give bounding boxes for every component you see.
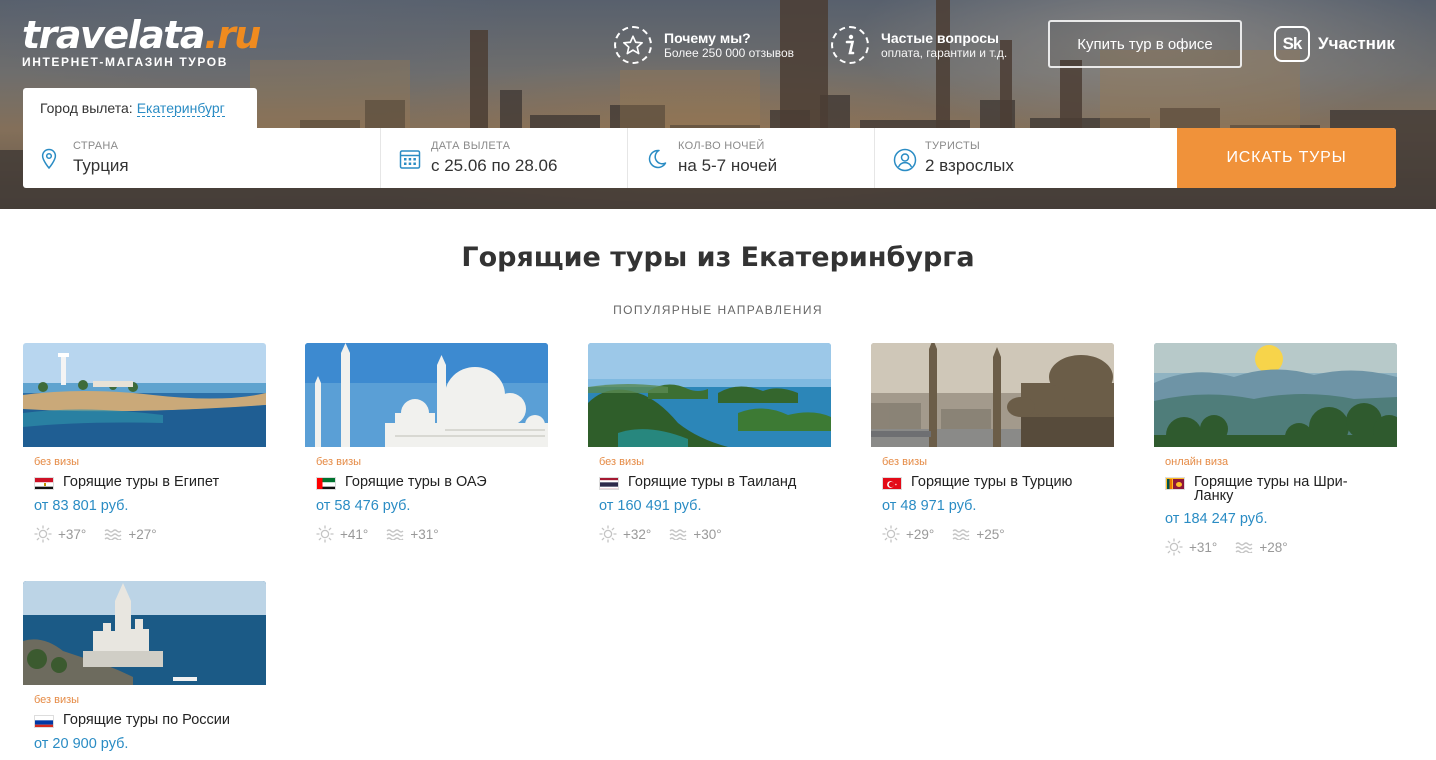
page-title: Горящие туры из Екатеринбурга <box>461 242 975 273</box>
star-icon <box>614 26 652 64</box>
water-waves-icon <box>104 529 122 540</box>
destination-name[interactable]: Горящие туры на Шри-Ланку <box>1194 475 1374 504</box>
skolkovo-member-label: Участник <box>1318 34 1395 53</box>
destination-photo[interactable] <box>23 343 266 447</box>
destination-photo[interactable] <box>1154 343 1397 447</box>
uae-flag-icon <box>316 477 336 490</box>
logo-tagline: ИНТЕРНЕТ-МАГАЗИН ТУРОВ <box>22 55 228 69</box>
destination-name[interactable]: Горящие туры в Таиланд <box>628 475 808 490</box>
destination-name[interactable]: Горящие туры в ОАЭ <box>345 475 525 490</box>
sun-icon <box>882 525 900 543</box>
water-waves-icon <box>1235 542 1253 553</box>
water-temperature: +28° <box>1259 539 1288 555</box>
air-temperature: +29° <box>906 526 935 542</box>
destination-price[interactable]: от 160 491 руб. <box>599 498 831 514</box>
visa-badge: онлайн виза <box>1165 456 1229 468</box>
tour-search-form: СТРАНА Турция ДАТА ВЫЛЕТА с 25.06 по 28.… <box>23 128 1396 188</box>
sun-icon <box>316 525 334 543</box>
destination-price[interactable]: от 20 900 руб. <box>34 736 266 752</box>
sun-icon <box>1165 538 1183 556</box>
destination-price[interactable]: от 184 247 руб. <box>1165 511 1397 527</box>
why-us-link[interactable]: Почему мы? Более 250 000 отзывов <box>614 26 794 64</box>
weather-info: +31° +28° <box>1165 538 1397 556</box>
skolkovo-member-badge[interactable]: Sk Участник <box>1274 26 1395 62</box>
faq-title: Частые вопросы <box>881 30 999 46</box>
destination-card-russia[interactable]: без визы Горящие туры по России от 20 90… <box>23 581 266 752</box>
water-waves-icon <box>386 529 404 540</box>
country-field[interactable]: СТРАНА Турция <box>23 128 381 188</box>
destination-photo[interactable] <box>305 343 548 447</box>
weather-info: +37° +27° <box>34 525 266 543</box>
destination-card-turkey[interactable]: без визы Горящие туры в Турцию от 48 971… <box>871 343 1114 543</box>
travelata-logo[interactable]: travelata.ru ИНТЕРНЕТ-МАГАЗИН ТУРОВ <box>22 13 261 69</box>
weather-info: +29° +25° <box>882 525 1114 543</box>
popular-destinations-label: ПОПУЛЯРНЫЕ НАПРАВЛЕНИЯ <box>613 303 823 317</box>
destination-price[interactable]: от 83 801 руб. <box>34 498 266 514</box>
destination-photo[interactable] <box>23 581 266 685</box>
destination-photo[interactable] <box>588 343 831 447</box>
why-us-subtitle: Более 250 000 отзывов <box>664 46 795 60</box>
destination-card-egypt[interactable]: без визы Горящие туры в Египет от 83 801… <box>23 343 266 543</box>
water-temperature: +31° <box>410 526 439 542</box>
water-temperature: +27° <box>128 526 157 542</box>
why-us-title: Почему мы? <box>664 30 751 46</box>
nights-field[interactable]: КОЛ-ВО НОЧЕЙ на 5-7 ночей <box>628 128 875 188</box>
departure-city-tab: Город вылета: Екатеринбург <box>23 88 257 128</box>
air-temperature: +37° <box>58 526 87 542</box>
buy-in-office-button[interactable]: Купить тур в офисе <box>1048 20 1242 68</box>
tourists-label: ТУРИСТЫ <box>925 140 981 152</box>
departure-date-label: ДАТА ВЫЛЕТА <box>431 140 511 152</box>
departure-date-field[interactable]: ДАТА ВЫЛЕТА с 25.06 по 28.06 <box>381 128 628 188</box>
destination-photo[interactable] <box>871 343 1114 447</box>
calendar-icon <box>399 150 421 169</box>
departure-city-link[interactable]: Екатеринбург <box>136 100 225 117</box>
tourists-value: 2 взрослых <box>925 156 1014 175</box>
visa-badge: без визы <box>316 456 362 468</box>
tourists-field[interactable]: ТУРИСТЫ 2 взрослых <box>875 128 1177 188</box>
air-temperature: +31° <box>1189 539 1218 555</box>
weather-info: +32° +30° <box>599 525 831 543</box>
logo-wordmark: travelata.ru <box>22 13 261 57</box>
air-temperature: +41° <box>340 526 369 542</box>
egypt-flag-icon <box>34 477 54 490</box>
search-tours-button[interactable]: ИСКАТЬ ТУРЫ <box>1177 128 1396 188</box>
visa-badge: без визы <box>34 456 80 468</box>
country-value: Турция <box>73 156 129 175</box>
thailand-flag-icon <box>599 477 619 490</box>
faq-subtitle: оплата, гарантии и т.д. <box>881 46 1008 60</box>
visa-badge: без визы <box>599 456 645 468</box>
destination-price[interactable]: от 58 476 руб. <box>316 498 548 514</box>
country-label: СТРАНА <box>73 140 119 152</box>
destination-name[interactable]: Горящие туры в Турцию <box>911 475 1091 490</box>
visa-badge: без визы <box>882 456 928 468</box>
destination-card-thailand[interactable]: без визы Горящие туры в Таиланд от 160 4… <box>588 343 831 543</box>
faq-link[interactable]: Частые вопросы оплата, гарантии и т.д. <box>831 26 1007 64</box>
location-pin-icon <box>41 148 57 170</box>
destination-name[interactable]: Горящие туры в Египет <box>63 475 243 490</box>
nights-value: на 5-7 ночей <box>678 156 778 175</box>
water-temperature: +25° <box>976 526 1005 542</box>
water-waves-icon <box>669 529 687 540</box>
departure-date-value: с 25.06 по 28.06 <box>431 156 558 175</box>
sun-icon <box>599 525 617 543</box>
sun-icon <box>34 525 52 543</box>
turkey-flag-icon <box>882 477 902 490</box>
nights-label: КОЛ-ВО НОЧЕЙ <box>678 140 765 152</box>
skolkovo-logo-icon: Sk <box>1274 26 1310 62</box>
sri-lanka-flag-icon <box>1165 477 1185 490</box>
moon-icon <box>648 149 667 169</box>
air-temperature: +32° <box>623 526 652 542</box>
destination-name[interactable]: Горящие туры по России <box>63 713 243 728</box>
departure-city-label: Город вылета: <box>40 100 133 116</box>
destination-card-sri-lanka[interactable]: онлайн виза Горящие туры на Шри-Ланку от… <box>1154 343 1397 556</box>
weather-info: +41° +31° <box>316 525 548 543</box>
destination-card-uae[interactable]: без визы Горящие туры в ОАЭ от 58 476 ру… <box>305 343 548 543</box>
water-waves-icon <box>952 529 970 540</box>
russia-flag-icon <box>34 715 54 728</box>
destination-price[interactable]: от 48 971 руб. <box>882 498 1114 514</box>
user-icon <box>893 148 917 172</box>
visa-badge: без визы <box>34 694 80 706</box>
info-icon <box>831 26 869 64</box>
water-temperature: +30° <box>693 526 722 542</box>
